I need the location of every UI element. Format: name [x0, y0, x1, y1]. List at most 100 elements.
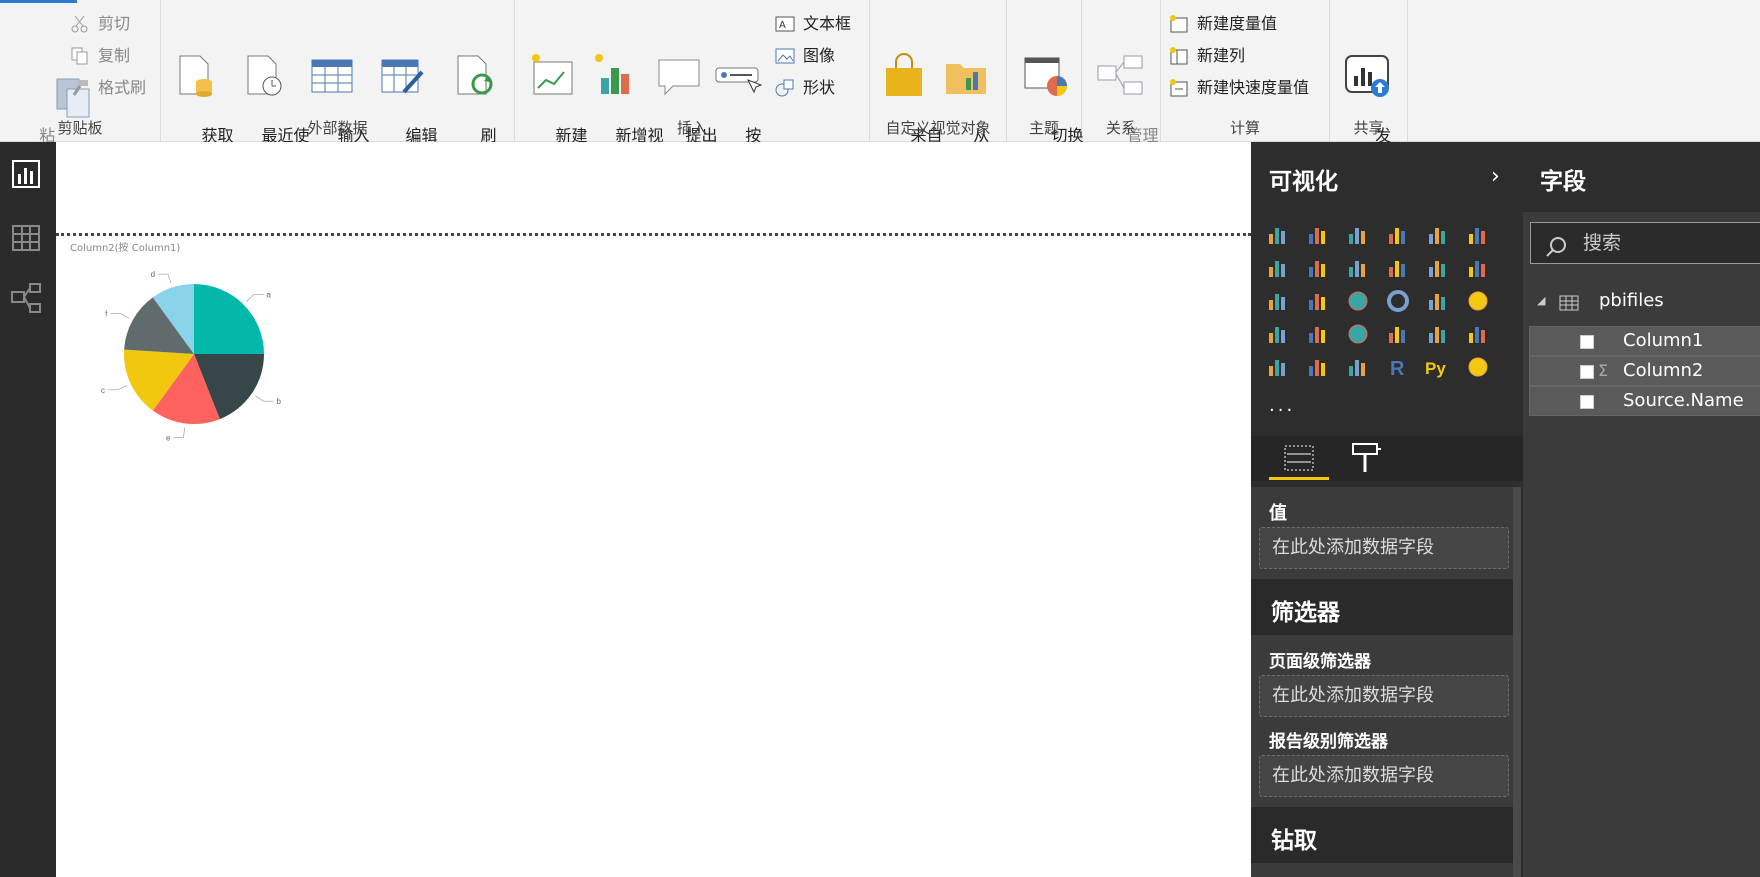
- image-button[interactable]: 图像: [773, 44, 835, 68]
- table-icon: [1559, 292, 1579, 322]
- calculations-group-label: 计算: [1229, 119, 1260, 137]
- waterfall-icon[interactable]: [1265, 288, 1291, 314]
- brush-icon: [70, 79, 90, 97]
- fields-tab[interactable]: [1269, 436, 1329, 480]
- insert-group-label: 插入: [676, 119, 707, 137]
- globe-icon[interactable]: [1465, 354, 1491, 380]
- gauge-icon[interactable]: [1345, 321, 1371, 347]
- pie-label-d: d: [151, 270, 155, 279]
- more-visuals-icon[interactable]: ···: [1269, 400, 1295, 421]
- clustered-column-icon[interactable]: [1385, 222, 1411, 248]
- line-clustered-column-icon[interactable]: [1425, 255, 1451, 281]
- fields-pane: 字段 搜索 ◢ pbifiles Column1 Σ Column2 Source…: [1523, 142, 1760, 877]
- copy-button[interactable]: 复制: [68, 44, 130, 68]
- matrix-icon[interactable]: [1345, 354, 1371, 380]
- pie-label-a: a: [266, 291, 271, 300]
- pie-label-c: c: [101, 386, 105, 395]
- model-view-icon[interactable]: [10, 282, 42, 314]
- relationships-group-label: 关系: [1105, 119, 1136, 137]
- svg-text:A: A: [779, 20, 786, 31]
- share-group-label: 共享: [1353, 119, 1384, 137]
- new-measure-button[interactable]: 新建度量值: [1167, 12, 1277, 36]
- svg-text:R: R: [1390, 358, 1405, 380]
- filled-map-icon[interactable]: [1265, 321, 1291, 347]
- viz-pane-scrollbar[interactable]: [1513, 487, 1521, 877]
- edit-table-icon: [378, 52, 426, 100]
- quick-measure-icon: [1169, 79, 1189, 97]
- format-paint-roller-icon[interactable]: [1343, 436, 1393, 480]
- line-column-icon[interactable]: [1385, 255, 1411, 281]
- page-filters-drop-zone[interactable]: 在此处添加数据字段: [1259, 675, 1509, 717]
- area-chart-icon[interactable]: [1305, 255, 1331, 281]
- fields-search-input[interactable]: 搜索: [1530, 222, 1760, 264]
- data-view-icon[interactable]: [10, 222, 42, 254]
- field-column2[interactable]: Σ Column2: [1529, 356, 1760, 386]
- report-filters-drop-zone[interactable]: 在此处添加数据字段: [1259, 755, 1509, 797]
- r-visual-icon[interactable]: R: [1385, 354, 1411, 380]
- scatter-icon[interactable]: [1305, 288, 1331, 314]
- pie-leader-line: [158, 273, 172, 284]
- pie-label-f: f: [105, 310, 108, 319]
- shapes-button[interactable]: 形状: [773, 76, 835, 100]
- pie-icon[interactable]: [1345, 288, 1371, 314]
- page-filters-label: 页面级筛选器: [1269, 652, 1371, 672]
- funnel-icon[interactable]: [1305, 321, 1331, 347]
- page-boundary: [56, 233, 1251, 236]
- kpi-icon[interactable]: [1465, 321, 1491, 347]
- treemap-icon[interactable]: [1425, 288, 1451, 314]
- cut-button[interactable]: 剪切: [68, 12, 130, 36]
- pie-label-b: b: [276, 397, 281, 406]
- clustered-bar-icon[interactable]: [1345, 222, 1371, 248]
- donut-icon[interactable]: [1385, 288, 1411, 314]
- field-checkbox[interactable]: [1580, 335, 1594, 349]
- 100-bar-icon[interactable]: [1425, 222, 1451, 248]
- viz-pane-body: 值 在此处添加数据字段 筛选器 页面级筛选器 在此处添加数据字段 报告级别筛选器…: [1251, 487, 1513, 877]
- table-icon: [308, 52, 356, 100]
- insert-group: 新建 页面 新增视 觉对象 提出 问题 按 钮 A文本框 图像 形状 插入: [515, 0, 870, 166]
- image-icon: [775, 47, 795, 65]
- format-painter-button[interactable]: 格式刷: [68, 76, 146, 100]
- field-checkbox[interactable]: [1580, 365, 1594, 379]
- stacked-bar-icon[interactable]: [1265, 222, 1291, 248]
- bar-chart-icon: [591, 52, 639, 100]
- card-icon[interactable]: [1385, 321, 1411, 347]
- slicer-icon[interactable]: [1265, 354, 1291, 380]
- pie-label-e: e: [166, 433, 171, 442]
- ribbon-chart-icon[interactable]: [1465, 255, 1491, 281]
- pie-chart[interactable]: a b e c f d: [76, 262, 336, 462]
- stacked-column-icon[interactable]: [1305, 222, 1331, 248]
- viz-tabs: [1251, 436, 1523, 481]
- relationships-group: 管理 关系 关系: [1082, 0, 1161, 166]
- new-column-button[interactable]: 新建列: [1167, 44, 1245, 68]
- custom-visuals-group-label: 自定义视觉对象: [885, 119, 991, 137]
- text-box-button[interactable]: A 文本框: [773, 12, 851, 36]
- search-icon: [1545, 232, 1567, 257]
- expand-triangle-icon[interactable]: ◢: [1537, 286, 1545, 316]
- report-filters-label: 报告级别筛选器: [1269, 732, 1388, 752]
- share-group: 发 布 共享: [1330, 0, 1408, 166]
- copy-icon: [70, 47, 90, 65]
- report-view-icon[interactable]: [10, 158, 42, 190]
- table-visual-icon[interactable]: [1305, 354, 1331, 380]
- new-page-icon: [528, 52, 576, 100]
- 100-column-icon[interactable]: [1465, 222, 1491, 248]
- search-placeholder: 搜索: [1583, 232, 1622, 254]
- fields-header: 字段: [1523, 142, 1760, 212]
- field-checkbox[interactable]: [1580, 395, 1594, 409]
- field-source-name[interactable]: Source.Name: [1529, 386, 1760, 416]
- values-label: 值: [1269, 503, 1287, 524]
- stacked-area-icon[interactable]: [1345, 255, 1371, 281]
- collapse-chevron-icon[interactable]: ›: [1491, 164, 1500, 189]
- field-column1[interactable]: Column1: [1529, 326, 1760, 356]
- drillthrough-title: 钻取: [1271, 828, 1317, 854]
- values-drop-zone[interactable]: 在此处添加数据字段: [1259, 527, 1509, 569]
- line-chart-icon[interactable]: [1265, 255, 1291, 281]
- clipboard-group-label: 剪贴板: [57, 119, 103, 137]
- table-pbifiles[interactable]: ◢ pbifiles: [1537, 286, 1664, 316]
- python-visual-icon[interactable]: Py: [1425, 354, 1451, 380]
- new-quick-measure-button[interactable]: 新建快速度量值: [1167, 76, 1309, 100]
- multi-row-card-icon[interactable]: [1425, 321, 1451, 347]
- map-icon[interactable]: [1465, 288, 1491, 314]
- calculator-icon: [1169, 15, 1189, 33]
- report-canvas[interactable]: Column2(按 Column1) a b e c f d: [56, 142, 1251, 877]
